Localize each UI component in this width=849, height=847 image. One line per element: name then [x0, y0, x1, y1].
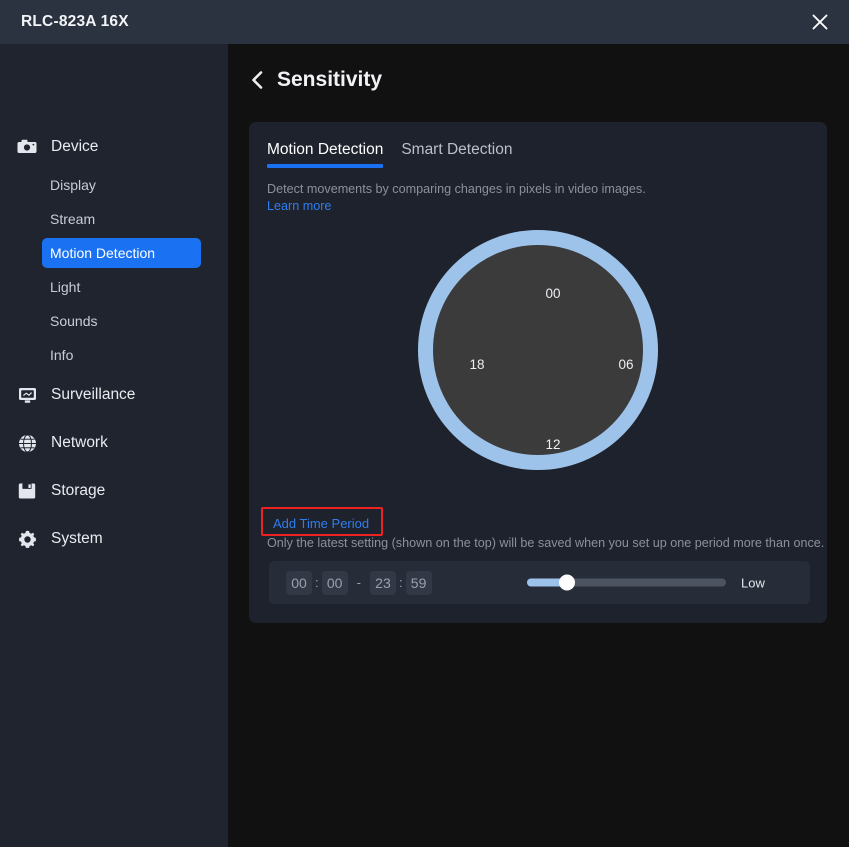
sidebar-item-display[interactable]: Display: [42, 170, 201, 200]
close-button[interactable]: [791, 0, 849, 44]
gear-icon: [16, 528, 38, 550]
sensitivity-slider-area: Low: [527, 574, 765, 591]
end-hour-input[interactable]: 23: [369, 570, 396, 595]
sidebar-item-device[interactable]: Device: [0, 130, 228, 164]
dial-inner-disc: 00 06 12 18: [433, 245, 643, 455]
sidebar-item-light[interactable]: Light: [42, 272, 201, 302]
start-minute-input[interactable]: 00: [321, 570, 348, 595]
sidebar-item-sounds[interactable]: Sounds: [42, 306, 201, 336]
sidebar-item-label: Sounds: [50, 313, 98, 329]
slider-knob[interactable]: [559, 574, 575, 591]
sensitivity-slider[interactable]: [527, 574, 726, 591]
camera-icon: [16, 136, 38, 158]
dial-label-06: 06: [618, 357, 634, 372]
settings-card: Motion Detection Smart Detection Detect …: [249, 122, 827, 623]
start-hour-input[interactable]: 00: [286, 570, 312, 595]
floppy-disk-icon: [16, 480, 38, 502]
sidebar-item-label: Motion Detection: [50, 245, 156, 261]
page-title: Sensitivity: [277, 68, 383, 91]
sidebar-item-storage[interactable]: Storage: [0, 474, 228, 508]
sidebar-item-label: Light: [50, 279, 81, 295]
sidebar-item-label: Network: [51, 434, 108, 451]
app-window: RLC-823A 16X Device Display Stream Motio…: [0, 0, 849, 847]
sidebar-item-label: System: [51, 530, 103, 547]
monitor-icon: [16, 384, 38, 406]
tab-smart-detection[interactable]: Smart Detection: [401, 141, 512, 168]
time-range-group: 00 : 00 - 23 : 59: [286, 570, 432, 595]
schedule-dial[interactable]: 00 06 12 18: [418, 230, 658, 470]
sidebar-item-label: Storage: [51, 482, 106, 499]
end-time-colon: :: [398, 575, 403, 590]
start-time-colon: :: [315, 575, 319, 590]
sidebar-item-label: Info: [50, 347, 74, 363]
sidebar-item-info[interactable]: Info: [42, 340, 201, 370]
time-period-row: 00 : 00 - 23 : 59 Low: [269, 561, 810, 604]
close-icon: [811, 13, 829, 31]
sensitivity-level-label: Low: [741, 575, 765, 590]
sidebar-item-label: Display: [50, 177, 96, 193]
time-range-separator: -: [356, 575, 361, 590]
globe-icon: [16, 432, 38, 454]
sidebar-item-label: Device: [51, 138, 99, 155]
sidebar-item-label: Surveillance: [51, 386, 136, 403]
dial-label-12: 12: [545, 437, 561, 452]
add-time-period-button[interactable]: Add Time Period: [267, 512, 375, 535]
sidebar-item-network[interactable]: Network: [0, 426, 228, 460]
sidebar-item-motion-detection[interactable]: Motion Detection: [42, 238, 201, 268]
page-header-back[interactable]: Sensitivity: [249, 68, 382, 92]
sidebar-item-stream[interactable]: Stream: [42, 204, 201, 234]
chevron-left-icon: [249, 70, 265, 90]
sidebar: Device Display Stream Motion Detection L…: [0, 44, 228, 847]
dial-label-18: 18: [469, 357, 485, 372]
title-bar: RLC-823A 16X: [0, 0, 849, 44]
schedule-dial-wrap: 00 06 12 18: [249, 230, 827, 492]
sidebar-item-system[interactable]: System: [0, 522, 228, 556]
dial-label-00: 00: [545, 286, 561, 301]
period-note: Only the latest setting (shown on the to…: [267, 536, 825, 550]
tab-bar: Motion Detection Smart Detection: [267, 141, 530, 168]
card-description: Detect movements by comparing changes in…: [267, 182, 646, 196]
content-area: Sensitivity Motion Detection Smart Detec…: [228, 44, 849, 847]
learn-more-link[interactable]: Learn more: [267, 199, 331, 213]
sidebar-item-label: Stream: [50, 211, 96, 227]
window-title: RLC-823A 16X: [21, 13, 129, 30]
sidebar-item-surveillance[interactable]: Surveillance: [0, 378, 228, 412]
tab-motion-detection[interactable]: Motion Detection: [267, 141, 384, 168]
end-minute-input[interactable]: 59: [405, 570, 432, 595]
